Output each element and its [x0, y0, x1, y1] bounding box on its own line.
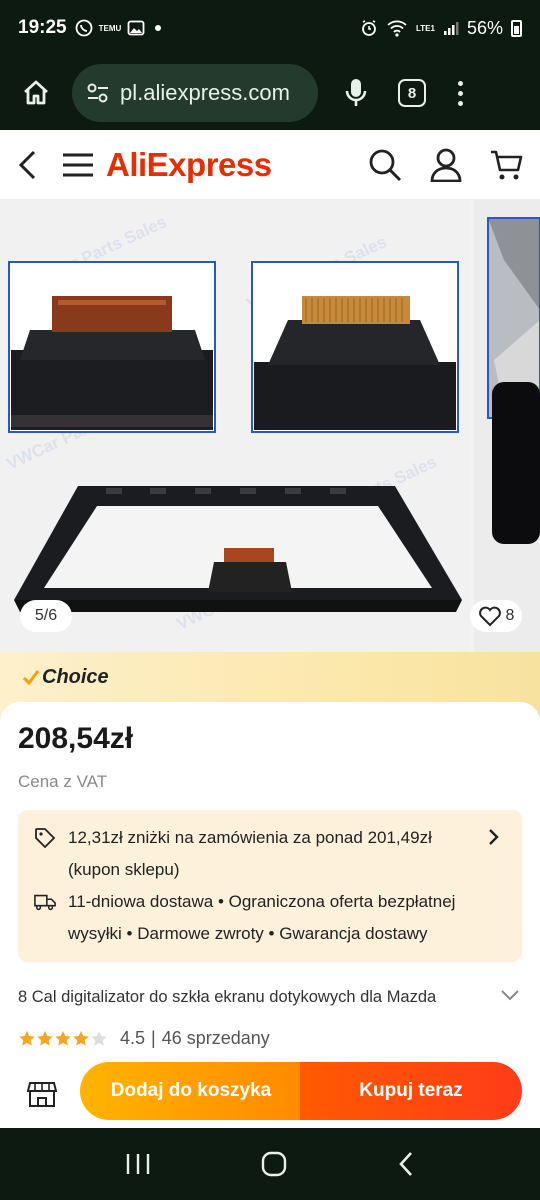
back-arrow-icon[interactable]	[16, 149, 40, 181]
image-counter: 5/6	[20, 600, 72, 632]
home-nav-icon[interactable]	[261, 1151, 287, 1177]
product-image[interactable]: VWCar Parts Sales VWCar Parts Sales VWCa…	[0, 200, 470, 652]
more-notifications-dot	[155, 25, 162, 31]
browser-menu-button[interactable]	[458, 80, 463, 106]
whatsapp-icon	[75, 19, 93, 37]
voice-search-button[interactable]	[336, 71, 376, 115]
star-rating-icon	[19, 1030, 107, 1046]
promotions-panel[interactable]: 12,31zł zniżki na zamówienia za ponad 20…	[18, 810, 522, 962]
delivery-text: 11-dniowa dostawa • Ograniczona oferta b…	[68, 892, 456, 943]
signal-icon	[443, 22, 459, 35]
wifi-icon	[387, 20, 407, 37]
temu-icon: TEMU	[98, 23, 122, 33]
url-bar[interactable]: pl.aliexpress.com	[72, 64, 318, 122]
hamburger-menu-icon[interactable]	[62, 151, 94, 179]
system-navigation-bar	[0, 1128, 540, 1200]
product-title[interactable]: 8 Cal digitalizator do szkła ekranu doty…	[18, 988, 480, 1007]
purchase-action-bar: Dodaj do koszyka Kupuj teraz	[0, 1058, 540, 1128]
wishlist-count: 8	[505, 607, 515, 624]
vat-note: Cena z VAT	[18, 772, 108, 791]
sold-count: 46 sprzedany	[161, 1028, 270, 1048]
product-info-card: 208,54zł Cena z VAT 12,31zł zniżki na za…	[0, 702, 540, 1064]
next-product-image[interactable]	[474, 200, 540, 652]
buy-now-button[interactable]: Kupuj teraz	[300, 1062, 522, 1120]
browser-toolbar: pl.aliexpress.com 8	[0, 56, 540, 130]
chevron-right-icon[interactable]	[488, 828, 500, 846]
home-button[interactable]	[14, 71, 58, 115]
delivery-row[interactable]: 11-dniowa dostawa • Ograniczona oferta b…	[34, 886, 478, 950]
aliexpress-logo[interactable]: AliExpress	[106, 146, 272, 184]
battery-icon	[511, 19, 522, 37]
coupon-row[interactable]: 12,31zł zniżki na zamówienia za ponad 20…	[34, 822, 478, 886]
clock: 19:25	[18, 17, 67, 38]
alarm-icon	[362, 20, 376, 36]
next-photo	[487, 217, 540, 544]
store-button[interactable]	[22, 1074, 62, 1114]
site-settings-icon	[87, 83, 108, 103]
image-notification-icon	[127, 20, 145, 36]
rating-summary[interactable]: 4.5 | 46 sprzedany	[18, 1028, 270, 1049]
microphone-icon	[345, 79, 367, 106]
back-nav-icon[interactable]	[397, 1151, 415, 1177]
battery-percent: 56%	[466, 17, 503, 38]
url-text: pl.aliexpress.com	[120, 80, 290, 105]
chevron-down-icon[interactable]	[500, 988, 520, 1002]
product-price: 208,54zł	[18, 722, 134, 755]
menu-dot-icon	[458, 80, 463, 86]
delivery-truck-icon	[34, 894, 56, 911]
rating-separator: |	[151, 1028, 156, 1048]
site-header: AliExpress	[0, 130, 540, 200]
recent-apps-icon[interactable]	[125, 1152, 151, 1176]
search-icon[interactable]	[368, 148, 402, 182]
tab-switcher-button[interactable]: 8	[398, 79, 426, 107]
product-photo: VWCar Parts Sales VWCar Parts Sales VWCa…	[4, 212, 462, 634]
account-icon[interactable]	[430, 148, 462, 182]
volte-label: LTE1	[416, 23, 435, 33]
rating-value: 4.5	[120, 1028, 146, 1048]
menu-dot-icon	[458, 100, 463, 106]
product-image-gallery[interactable]: VWCar Parts Sales VWCar Parts Sales VWCa…	[0, 200, 540, 652]
coupon-tag-icon	[35, 828, 56, 849]
choice-label: Choice	[42, 666, 109, 688]
check-icon	[22, 669, 40, 685]
heart-icon	[478, 606, 501, 627]
coupon-text: 12,31zł zniżki na zamówienia za ponad 20…	[68, 828, 432, 879]
add-to-cart-button[interactable]: Dodaj do koszyka	[80, 1062, 302, 1120]
store-icon	[27, 1082, 57, 1107]
status-bar: 19:25 TEMU LTE1 56%	[0, 0, 540, 56]
menu-dot-icon	[458, 90, 463, 96]
wishlist-button[interactable]: 8	[470, 600, 522, 632]
shopping-cart-icon[interactable]	[490, 148, 524, 182]
home-icon	[24, 80, 48, 105]
